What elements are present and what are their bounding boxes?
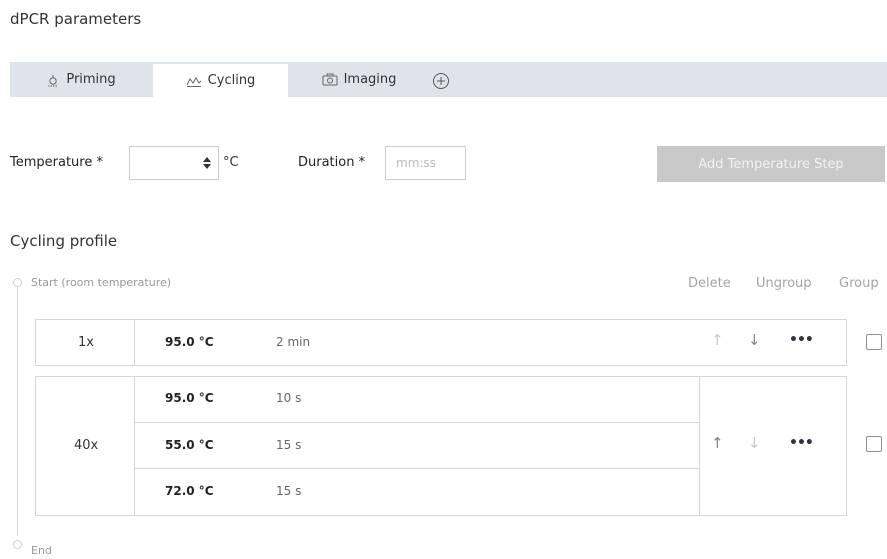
group-select-checkbox[interactable] <box>866 334 882 350</box>
move-up-icon[interactable]: ↑ <box>711 434 724 452</box>
tab-priming-label: Priming <box>66 72 116 87</box>
move-down-icon[interactable]: ↓ <box>748 331 761 349</box>
step-temperature: 95.0 °C <box>165 335 214 349</box>
tab-imaging[interactable]: Imaging <box>289 62 429 97</box>
cycle-group-row <box>35 376 847 516</box>
move-down-icon[interactable]: ↓ <box>748 434 761 452</box>
more-options-icon[interactable]: ••• <box>789 332 814 348</box>
step-temperature: 72.0 °C <box>165 484 214 498</box>
cycle-group-row <box>35 319 847 366</box>
repeat-count: 40x <box>74 438 99 453</box>
more-options-icon[interactable]: ••• <box>789 435 814 451</box>
duration-input[interactable] <box>385 146 466 180</box>
tab-priming[interactable]: Priming <box>10 62 152 97</box>
add-tab-icon[interactable] <box>432 72 450 90</box>
cycling-wave-icon <box>186 76 202 87</box>
step-temperature: 95.0 °C <box>165 391 214 405</box>
delete-button[interactable]: Delete <box>688 276 731 291</box>
tab-cycling-label: Cycling <box>207 73 256 88</box>
step-temperature: 55.0 °C <box>165 438 214 452</box>
temperature-unit: °C <box>223 155 239 170</box>
timeline-line <box>17 283 18 536</box>
page-title: dPCR parameters <box>10 10 142 28</box>
duration-label: Duration * <box>298 155 366 170</box>
tab-cycling[interactable]: Cycling <box>153 62 288 97</box>
step-duration: 15 s <box>276 484 302 498</box>
temperature-label: Temperature * <box>10 155 103 170</box>
repeat-count: 1x <box>78 335 94 350</box>
thermometer-icon <box>48 74 59 86</box>
ungroup-button[interactable]: Ungroup <box>756 276 812 291</box>
group-button[interactable]: Group <box>839 276 879 291</box>
start-label: Start (room temperature) <box>31 276 172 289</box>
cycling-profile-title: Cycling profile <box>10 232 118 250</box>
end-node-icon <box>13 540 22 549</box>
group-select-checkbox[interactable] <box>866 436 882 452</box>
step-duration: 15 s <box>276 438 302 452</box>
tab-imaging-label: Imaging <box>343 72 397 87</box>
step-duration: 10 s <box>276 391 302 405</box>
move-up-icon[interactable]: ↑ <box>711 331 724 349</box>
end-label: End <box>31 544 52 557</box>
start-node-icon <box>13 278 22 287</box>
step-duration: 2 min <box>276 335 311 349</box>
add-temperature-step-button[interactable]: Add Temperature Step <box>657 146 885 182</box>
camera-icon <box>322 73 338 86</box>
spinner-icon[interactable] <box>202 156 212 170</box>
